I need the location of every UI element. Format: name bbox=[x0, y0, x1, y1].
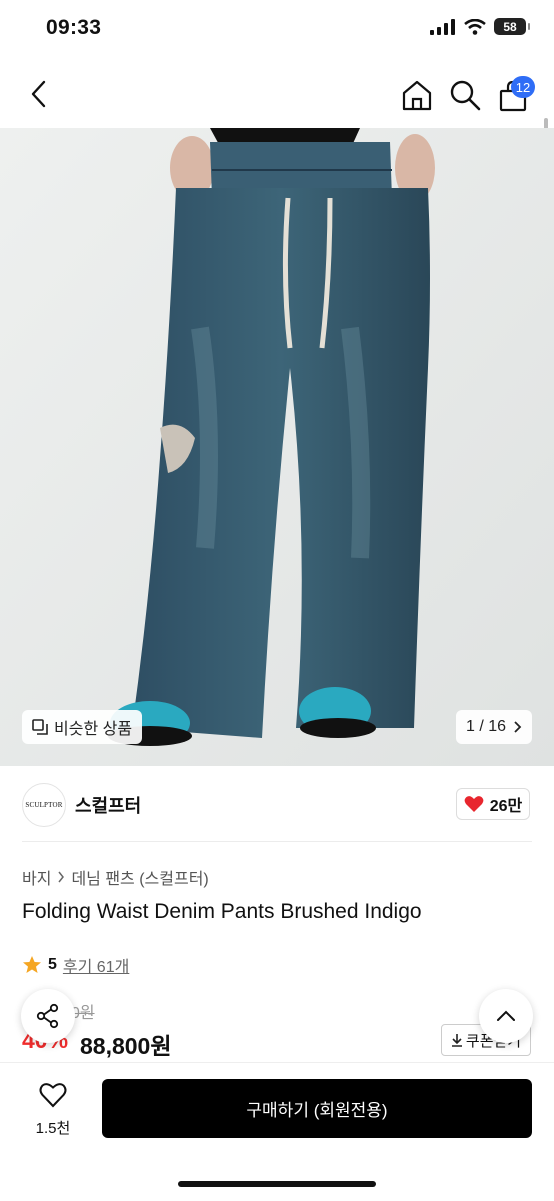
status-time: 09:33 bbox=[46, 16, 102, 39]
brand-logo[interactable]: SCULPTOR bbox=[22, 783, 66, 827]
jeans-photo bbox=[0, 128, 554, 766]
buy-button[interactable]: 구매하기 (회원전용) bbox=[102, 1079, 532, 1138]
like-count: 26만 bbox=[489, 798, 523, 815]
chevron-right-icon bbox=[58, 871, 65, 883]
heart-outline-icon bbox=[39, 1083, 67, 1108]
share-icon bbox=[36, 1003, 59, 1029]
signal-icon bbox=[430, 18, 455, 35]
home-indicator bbox=[178, 1181, 376, 1187]
sale-price: 88,800원 bbox=[80, 1033, 172, 1059]
similar-products-label: 비슷한 상품 bbox=[54, 721, 133, 738]
breadcrumb-category[interactable]: 바지 bbox=[22, 865, 51, 889]
scroll-top-button[interactable] bbox=[479, 989, 533, 1043]
back-icon[interactable] bbox=[24, 78, 56, 110]
wishlist-count: 1.5천 bbox=[35, 1120, 71, 1137]
home-icon[interactable] bbox=[400, 78, 434, 112]
heart-filled-icon bbox=[464, 796, 484, 812]
wishlist-button[interactable]: 1.5천 bbox=[30, 1082, 76, 1138]
chevron-right-icon bbox=[514, 721, 522, 733]
star-icon bbox=[23, 956, 41, 973]
like-button[interactable]: 26만 bbox=[456, 788, 530, 820]
breadcrumb-subcategory[interactable]: 데님 팬츠 (스컬프터) bbox=[71, 865, 208, 889]
status-icons: 58 bbox=[430, 18, 530, 35]
breadcrumb: 바지 데님 팬츠 (스컬프터) bbox=[22, 865, 209, 889]
cart-badge: 12 bbox=[511, 76, 535, 98]
product-title: Folding Waist Denim Pants Brushed Indigo bbox=[22, 900, 422, 923]
share-button[interactable] bbox=[21, 989, 75, 1043]
rating-row: 5 후기 61개 bbox=[22, 953, 129, 977]
rating-score: 5 bbox=[48, 956, 57, 973]
copy-icon bbox=[32, 719, 48, 735]
review-link[interactable]: 후기 61개 bbox=[63, 953, 129, 977]
page-indicator-text: 1 / 16 bbox=[466, 718, 507, 735]
download-icon bbox=[451, 1034, 462, 1047]
wifi-icon bbox=[464, 18, 486, 35]
battery-icon: 58 bbox=[494, 18, 530, 35]
search-icon[interactable] bbox=[448, 78, 482, 112]
brand-name[interactable]: 스컬프터 bbox=[75, 792, 141, 818]
divider bbox=[22, 841, 532, 842]
similar-products-button[interactable]: 비슷한 상품 bbox=[22, 710, 143, 744]
chevron-up-icon bbox=[497, 1010, 515, 1021]
product-image[interactable] bbox=[0, 128, 554, 766]
image-page-indicator[interactable]: 1 / 16 bbox=[456, 710, 533, 744]
